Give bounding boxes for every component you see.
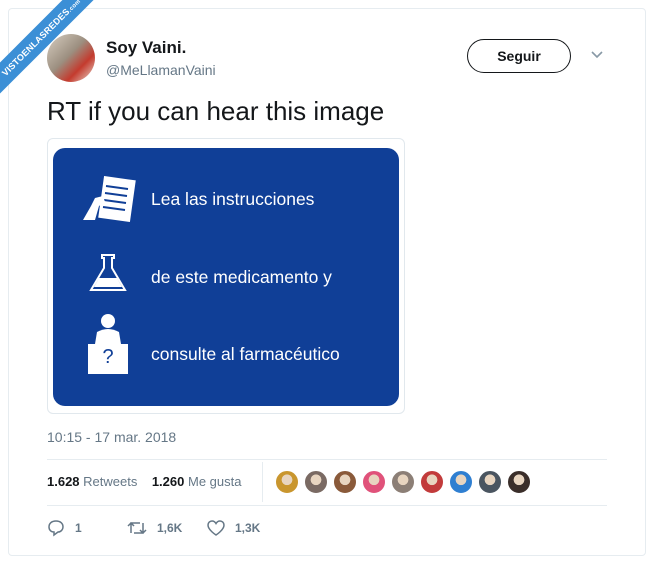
likes-count[interactable]: 1.260 (152, 474, 185, 489)
heart-icon (207, 520, 225, 536)
author-handle[interactable]: @MeLlamanVaini (106, 62, 216, 78)
watermark-suffix: .com (67, 0, 83, 14)
medication-sign: Lea las instrucciones de este medicament… (53, 148, 399, 406)
likes-label[interactable]: Me gusta (188, 474, 241, 489)
liker-avatar[interactable] (507, 470, 531, 494)
avatar[interactable] (47, 34, 95, 82)
like-count: 1,3K (235, 521, 261, 535)
liker-avatar[interactable] (362, 470, 386, 494)
divider (47, 459, 607, 460)
timestamp[interactable]: 10:15 - 17 mar. 2018 (47, 429, 176, 445)
reply-button[interactable]: 1 (47, 519, 127, 537)
liker-avatar[interactable] (478, 470, 502, 494)
liker-avatar[interactable] (449, 470, 473, 494)
retweets-count[interactable]: 1.628 (47, 474, 80, 489)
liker-avatar[interactable] (333, 470, 357, 494)
chevron-down-icon[interactable] (590, 50, 604, 60)
engagement-stats: 1.628 Retweets 1.260 Me gusta (47, 474, 241, 489)
liker-avatar[interactable] (304, 470, 328, 494)
like-button[interactable]: 1,3K (207, 520, 260, 536)
liker-avatar[interactable] (420, 470, 444, 494)
sign-line-2: de este medicamento y (151, 267, 332, 287)
reply-icon (48, 520, 64, 537)
retweet-icon (127, 521, 147, 535)
retweet-count: 1,6K (157, 521, 183, 535)
flask-icon (89, 254, 127, 291)
sign-line-3: consulte al farmacéutico (151, 344, 340, 364)
retweet-button[interactable]: 1,6K (127, 519, 207, 537)
tweet-actions: 1 1,6K 1,3K (47, 519, 260, 537)
author-name[interactable]: Soy Vaini. (106, 38, 186, 58)
tweet-text: RT if you can hear this image (47, 96, 385, 126)
liker-avatar[interactable] (275, 470, 299, 494)
liker-avatar[interactable] (391, 470, 415, 494)
question-mark: ? (102, 346, 114, 368)
tweet-image[interactable]: Lea las instrucciones de este medicament… (47, 138, 405, 414)
document-hand-icon (83, 176, 136, 223)
stats-divider (262, 462, 263, 502)
reply-count: 1 (75, 521, 82, 535)
sign-line-1: Lea las instrucciones (151, 189, 315, 209)
follow-button[interactable]: Seguir (467, 39, 571, 73)
retweets-label[interactable]: Retweets (83, 474, 137, 489)
divider (47, 505, 607, 506)
liker-avatars (275, 470, 536, 494)
